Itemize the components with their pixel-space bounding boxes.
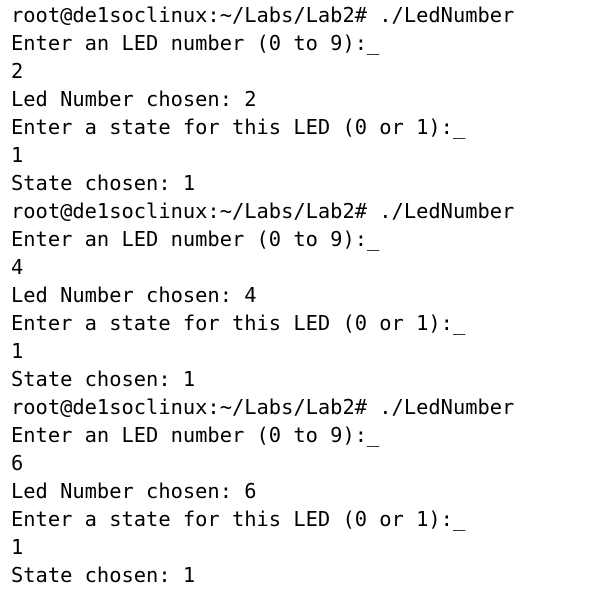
shell-command-text: root@de1soclinux:~/Labs/Lab2# ./LedNumbe…	[11, 3, 515, 27]
user-input-line: 1	[11, 339, 24, 363]
user-input-line: 1	[11, 535, 24, 559]
output-line: Enter an LED number (0 to 9):_	[11, 227, 380, 251]
user-input-line: 6	[11, 451, 24, 475]
terminal-window[interactable]: root@de1soclinux:~/Labs/Lab2# ./LedNumbe…	[0, 0, 608, 590]
output-line: State chosen: 1	[11, 563, 196, 587]
output-line: State chosen: 1	[11, 171, 196, 195]
output-line: State chosen: 1	[11, 367, 196, 391]
output-line: Enter a state for this LED (0 or 1):_	[11, 115, 466, 139]
shell-prompt-line: root@de1soclinux:~/Labs/Lab2# ./LedNumbe…	[11, 197, 608, 225]
output-line: Enter a state for this LED (0 or 1):_	[11, 507, 466, 531]
shell-command-text: root@de1soclinux:~/Labs/Lab2# ./LedNumbe…	[11, 395, 515, 419]
output-line: Led Number chosen: 6	[11, 479, 257, 503]
output-line: Enter an LED number (0 to 9):_	[11, 31, 380, 55]
output-line: Led Number chosen: 4	[11, 283, 257, 307]
user-input-line: 1	[11, 143, 24, 167]
shell-prompt-line: root@de1soclinux:~/Labs/Lab2# ./LedNumbe…	[11, 393, 608, 421]
user-input-line: 2	[11, 59, 24, 83]
shell-prompt-line: root@de1soclinux:~/Labs/Lab2# ./LedNumbe…	[11, 1, 608, 29]
user-input-line: 4	[11, 255, 24, 279]
output-line: Enter a state for this LED (0 or 1):_	[11, 311, 466, 335]
output-line: Led Number chosen: 2	[11, 87, 257, 111]
output-line: Enter an LED number (0 to 9):_	[11, 423, 380, 447]
shell-command-text: root@de1soclinux:~/Labs/Lab2# ./LedNumbe…	[11, 199, 515, 223]
